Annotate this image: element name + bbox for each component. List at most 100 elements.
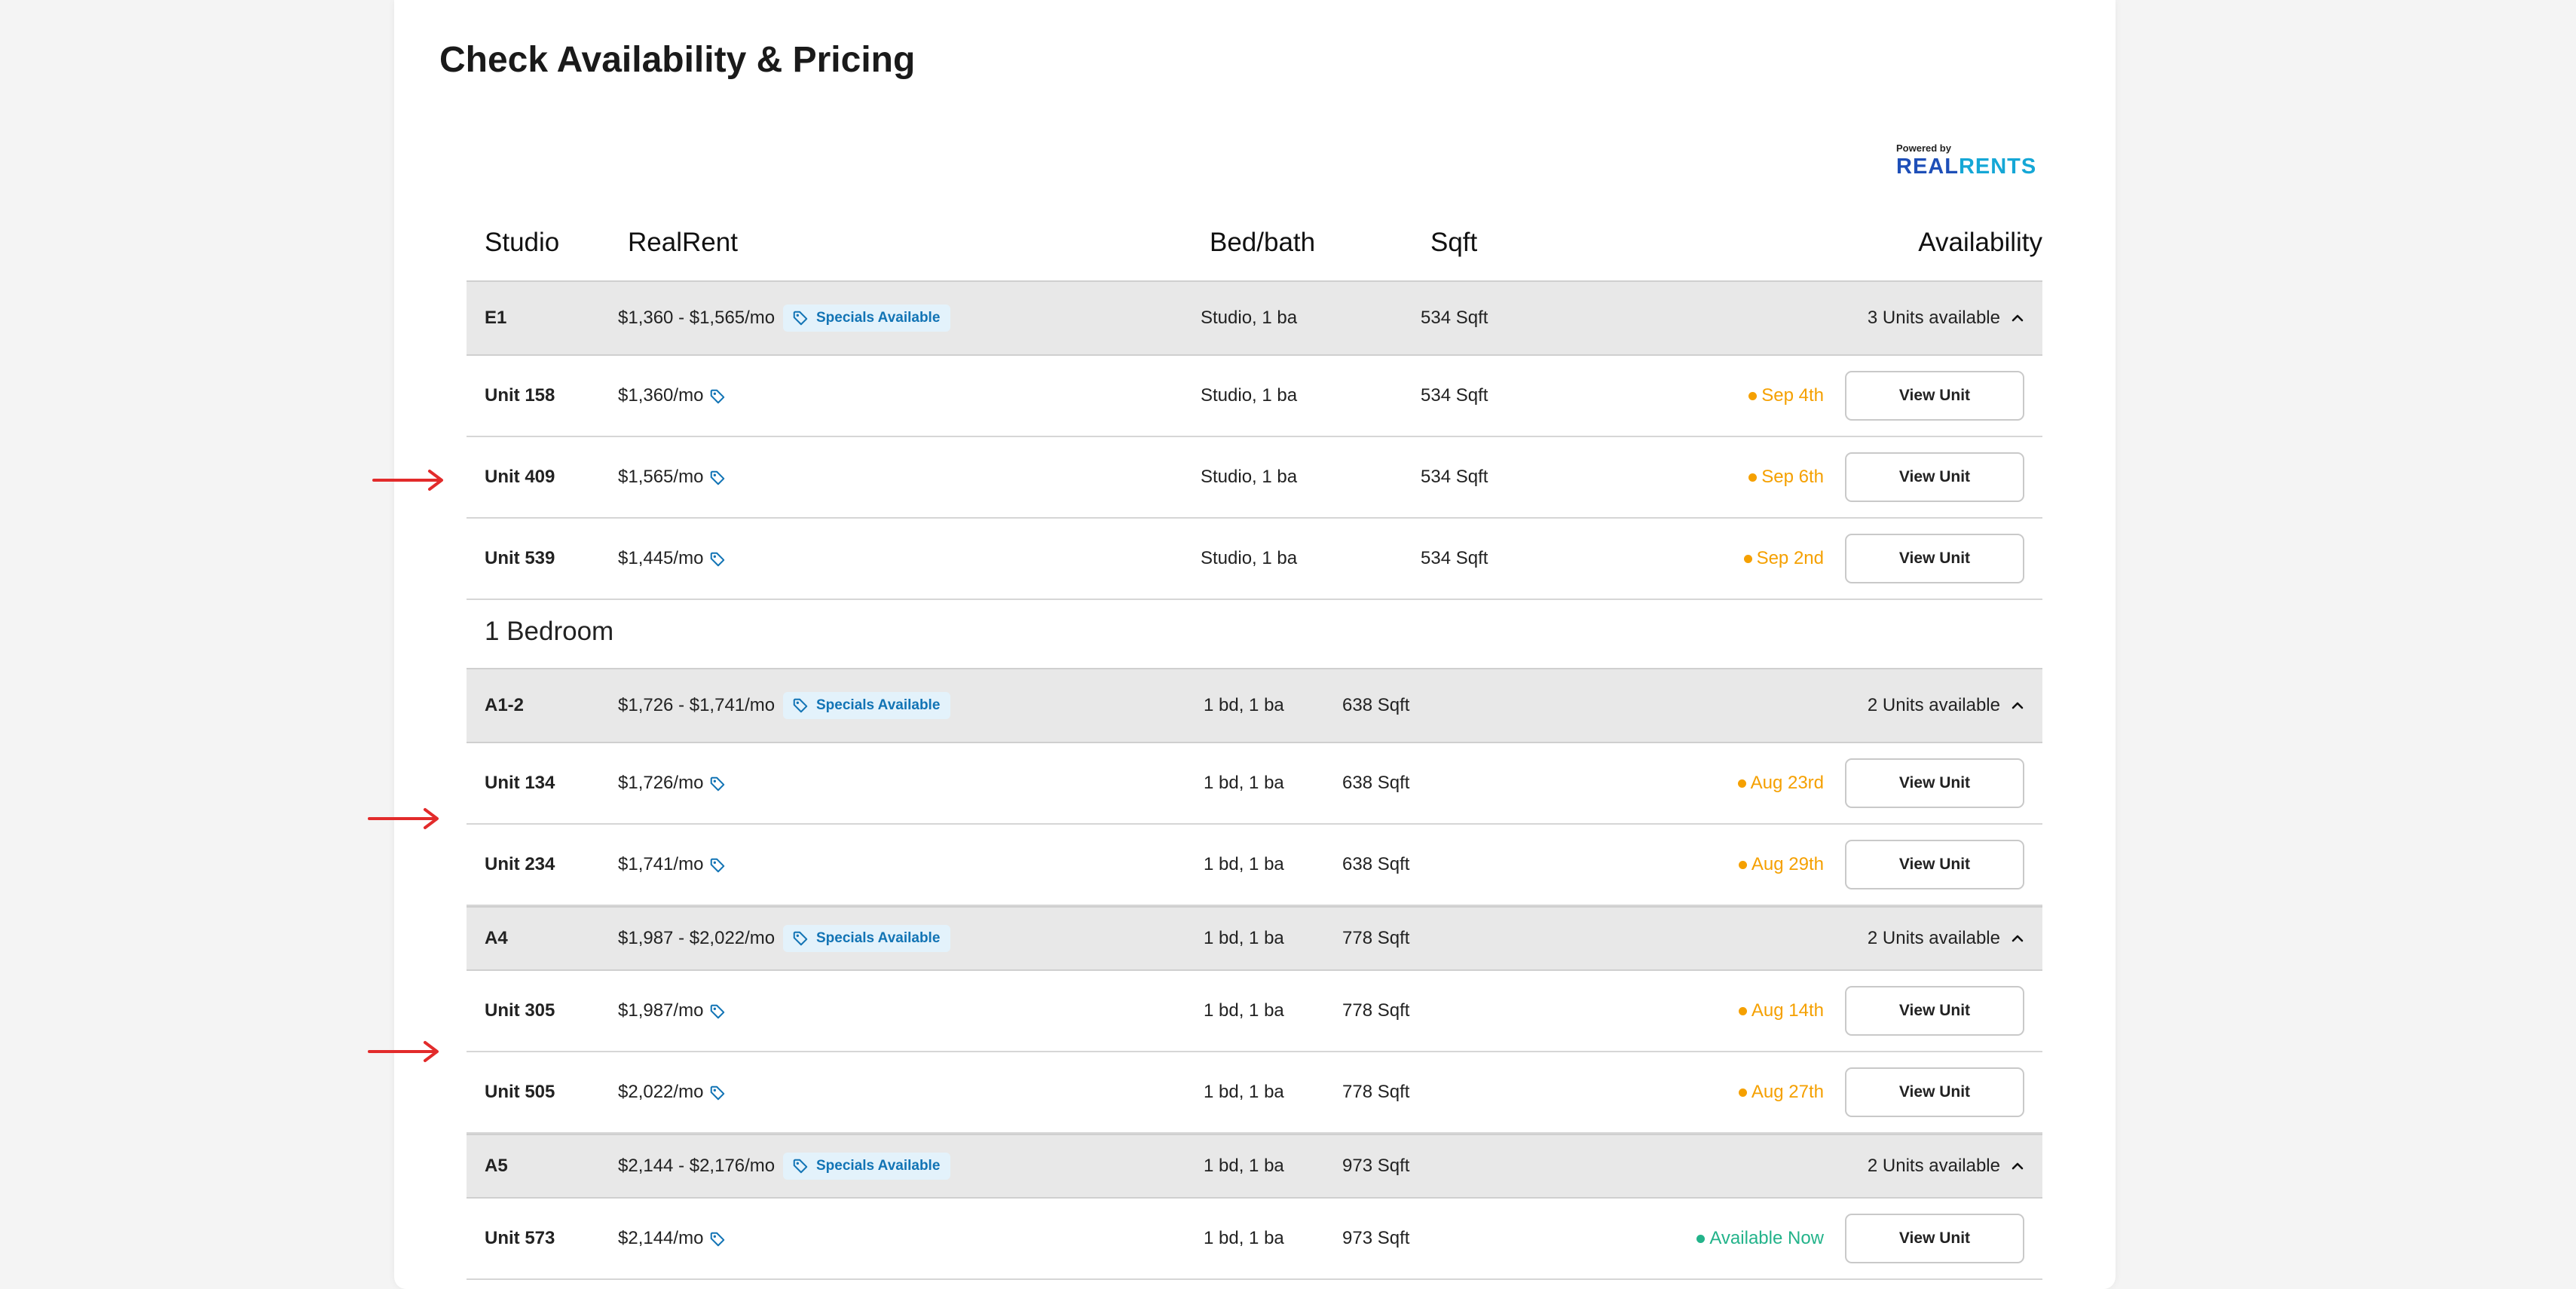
realrents-logo: Powered by REALRENTS	[1896, 143, 2044, 181]
tag-icon	[711, 389, 725, 403]
units-available-toggle[interactable]: 2 Units available	[1868, 1156, 2024, 1177]
floorplan-row-e1[interactable]: E1 $1,360 - $1,565/mo Specials Available…	[467, 280, 2042, 356]
unit-name: Unit 158	[485, 385, 555, 406]
header-sqft: Sqft	[1430, 228, 1478, 257]
header-category: Studio	[485, 228, 560, 257]
view-unit-button[interactable]: View Unit	[1845, 1067, 2024, 1117]
floorplan-row-a5[interactable]: A5 $2,144 - $2,176/mo Specials Available…	[467, 1134, 2042, 1199]
unit-row-409: Unit 409 $1,565/mo Studio, 1 ba 534 Sqft…	[467, 437, 2042, 519]
specials-badge[interactable]: Specials Available	[783, 1153, 951, 1180]
floorplan-name: E1	[485, 308, 507, 328]
floorplan-name: A4	[485, 928, 508, 948]
unit-bedbath: Studio, 1 ba	[1201, 385, 1298, 406]
view-unit-button[interactable]: View Unit	[1845, 840, 2024, 889]
unit-sqft: 778 Sqft	[1342, 1000, 1410, 1021]
unit-rent: $2,144/mo	[618, 1228, 726, 1249]
specials-badge[interactable]: Specials Available	[783, 925, 951, 952]
availability-date: Sep 4th	[1748, 385, 1824, 406]
floorplan-bedbath: Studio, 1 ba	[1201, 308, 1298, 328]
units-available-count: 2 Units available	[1867, 695, 2000, 715]
status-dot-icon	[1748, 473, 1758, 482]
unit-bedbath: 1 bd, 1 ba	[1204, 1082, 1284, 1102]
unit-row-305: Unit 305 $1,987/mo 1 bd, 1 ba 778 Sqft A…	[467, 971, 2042, 1052]
view-unit-button[interactable]: View Unit	[1845, 758, 2024, 808]
floorplan-bedbath: 1 bd, 1 ba	[1204, 928, 1284, 948]
unit-bedbath: Studio, 1 ba	[1201, 548, 1298, 568]
status-dot-icon	[1696, 1234, 1706, 1243]
specials-label: Specials Available	[816, 310, 941, 326]
specials-label: Specials Available	[816, 1158, 941, 1174]
view-unit-button[interactable]: View Unit	[1845, 534, 2024, 583]
view-unit-button[interactable]: View Unit	[1845, 986, 2024, 1036]
availability-table: Studio RealRent Bed/bath Sqft Availabili…	[467, 213, 2042, 1280]
unit-name: Unit 409	[485, 467, 555, 487]
unit-rent: $1,565/mo	[618, 467, 726, 488]
tag-icon	[711, 1004, 725, 1018]
view-unit-button[interactable]: View Unit	[1845, 452, 2024, 502]
floorplan-bedbath: 1 bd, 1 ba	[1204, 1156, 1284, 1176]
units-available-toggle[interactable]: 3 Units available	[1868, 308, 2024, 329]
unit-sqft: 534 Sqft	[1421, 548, 1488, 568]
logo-wordmark: REALRENTS	[1896, 154, 2044, 179]
category-label: 1 Bedroom	[485, 617, 614, 646]
chevron-up-icon	[2012, 702, 2024, 709]
unit-bedbath: 1 bd, 1 ba	[1204, 1228, 1284, 1248]
floorplan-row-a1-2[interactable]: A1-2 $1,726 - $1,741/mo Specials Availab…	[467, 668, 2042, 743]
floorplan-row-a4[interactable]: A4 $1,987 - $2,022/mo Specials Available…	[467, 906, 2042, 971]
page-title: Check Availability & Pricing	[439, 40, 916, 80]
availability-date: Aug 14th	[1738, 1000, 1824, 1021]
units-available-toggle[interactable]: 2 Units available	[1868, 928, 2024, 949]
status-dot-icon	[1738, 1088, 1747, 1097]
status-dot-icon	[1738, 1006, 1747, 1015]
specials-badge[interactable]: Specials Available	[783, 692, 951, 719]
unit-bedbath: 1 bd, 1 ba	[1204, 854, 1284, 874]
unit-row-573: Unit 573 $2,144/mo 1 bd, 1 ba 973 Sqft A…	[467, 1199, 2042, 1280]
unit-row-539: Unit 539 $1,445/mo Studio, 1 ba 534 Sqft…	[467, 519, 2042, 600]
floorplan-name: A1-2	[485, 695, 525, 715]
logo-word-real: REAL	[1896, 155, 1959, 179]
availability-date: Aug 27th	[1738, 1082, 1824, 1103]
unit-rent: $1,445/mo	[618, 548, 726, 569]
status-dot-icon	[1743, 554, 1752, 563]
status-dot-icon	[1738, 860, 1747, 869]
tag-icon	[793, 931, 808, 946]
floorplan-rent: $1,987 - $2,022/mo	[618, 928, 776, 948]
view-unit-button[interactable]: View Unit	[1845, 371, 2024, 421]
unit-sqft: 638 Sqft	[1342, 854, 1410, 874]
header-bedbath: Bed/bath	[1210, 228, 1316, 257]
category-heading-1-bedroom: 1 Bedroom	[467, 600, 2042, 668]
unit-name: Unit 234	[485, 854, 555, 874]
tag-icon	[711, 858, 725, 872]
tag-icon	[793, 698, 808, 713]
floorplan-rent: $2,144 - $2,176/mo	[618, 1156, 776, 1176]
unit-rent: $1,741/mo	[618, 854, 726, 875]
units-available-count: 3 Units available	[1867, 308, 2000, 328]
floorplan-sqft: 973 Sqft	[1342, 1156, 1410, 1176]
tag-icon	[711, 470, 725, 485]
unit-rent: $1,987/mo	[618, 1000, 726, 1021]
units-available-count: 2 Units available	[1867, 1156, 2000, 1176]
unit-rent: $1,360/mo	[618, 385, 726, 406]
units-available-toggle[interactable]: 2 Units available	[1868, 695, 2024, 716]
unit-bedbath: Studio, 1 ba	[1201, 467, 1298, 487]
unit-sqft: 973 Sqft	[1342, 1228, 1410, 1248]
floorplan-sqft: 638 Sqft	[1342, 695, 1410, 715]
tag-icon	[711, 776, 725, 791]
availability-date: Sep 2nd	[1743, 548, 1824, 569]
specials-badge[interactable]: Specials Available	[783, 305, 951, 332]
availability-date: Aug 23rd	[1737, 773, 1824, 794]
unit-rent: $1,726/mo	[618, 773, 726, 794]
unit-name: Unit 573	[485, 1228, 555, 1248]
logo-powered-by: Powered by	[1896, 142, 1951, 154]
table-header: Studio RealRent Bed/bath Sqft Availabili…	[467, 213, 2042, 280]
unit-name: Unit 505	[485, 1082, 555, 1102]
logo-word-rents: RENTS	[1958, 155, 2037, 179]
floorplan-name: A5	[485, 1156, 508, 1176]
header-availability: Availability	[1918, 228, 2042, 257]
unit-sqft: 778 Sqft	[1342, 1082, 1410, 1102]
red-arrow-icon	[368, 808, 439, 829]
view-unit-button[interactable]: View Unit	[1845, 1214, 2024, 1263]
floorplan-sqft: 778 Sqft	[1342, 928, 1410, 948]
unit-name: Unit 134	[485, 773, 555, 793]
chevron-up-icon	[2012, 314, 2024, 322]
